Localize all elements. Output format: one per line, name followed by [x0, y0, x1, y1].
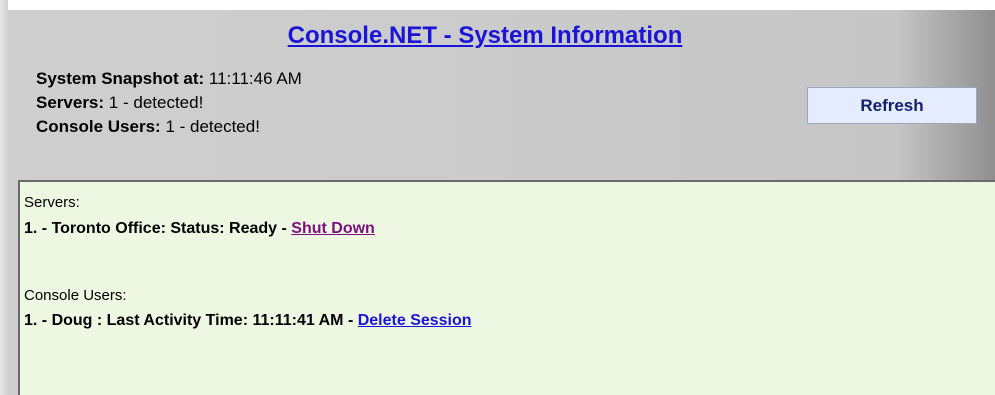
users-label: Console Users: — [36, 117, 161, 136]
page-title-link[interactable]: Console.NET - System Information — [0, 22, 970, 50]
left-edge — [0, 0, 8, 395]
users-value: 1 - detected! — [165, 117, 260, 136]
shut-down-link[interactable]: Shut Down — [291, 220, 375, 237]
servers-value: 1 - detected! — [108, 93, 204, 112]
servers-label: Servers: — [36, 93, 105, 112]
snapshot-line: System Snapshot at: 11:11:46 AM — [36, 68, 302, 90]
system-info-window: Console.NET - System Information System … — [0, 0, 995, 395]
servers-heading: Servers: — [24, 194, 80, 211]
snapshot-label: System Snapshot at: — [36, 69, 205, 88]
user-row: 1. - Doug : Last Activity Time: 11:11:41… — [24, 312, 472, 330]
server-row: 1. - Toronto Office: Status: Ready - Shu… — [24, 220, 375, 238]
details-panel: Servers: 1. - Toronto Office: Status: Re… — [18, 180, 995, 395]
user-row-text: 1. - Doug : Last Activity Time: 11:11:41… — [24, 312, 358, 329]
top-strip — [0, 0, 995, 10]
users-heading: Console Users: — [24, 287, 127, 304]
snapshot-value: 11:11:46 AM — [208, 69, 302, 88]
delete-session-link[interactable]: Delete Session — [358, 312, 472, 329]
server-row-text: 1. - Toronto Office: Status: Ready - — [24, 220, 292, 237]
servers-line: Servers: 1 - detected! — [36, 92, 203, 114]
users-line: Console Users: 1 - detected! — [36, 116, 260, 138]
refresh-button[interactable]: Refresh — [807, 87, 977, 124]
